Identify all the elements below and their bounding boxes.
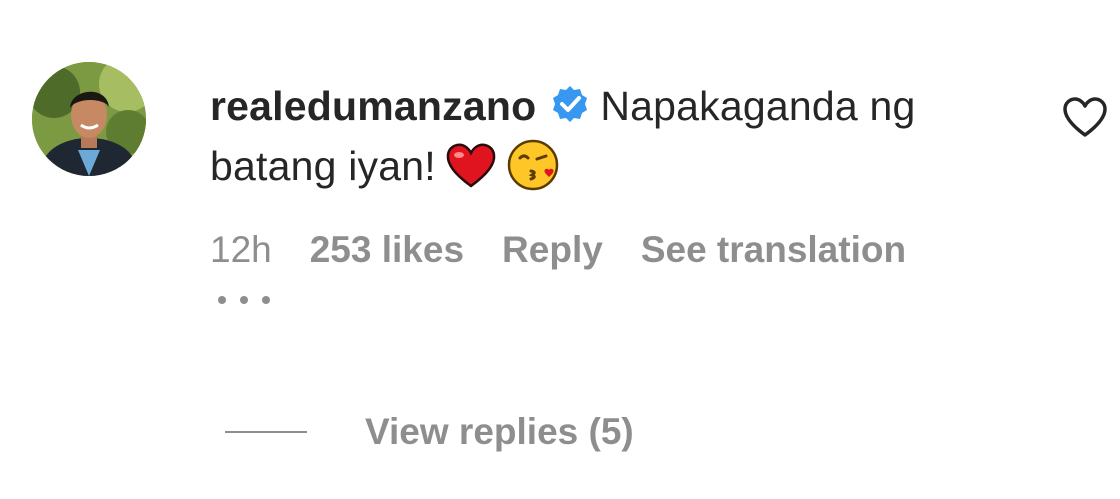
heart-outline-icon[interactable] <box>1062 96 1108 138</box>
reply-button[interactable]: Reply <box>502 229 603 271</box>
username-link[interactable]: realedumanzano <box>210 83 536 129</box>
comment-item: realedumanzano Napakaganda ng batang iya… <box>0 0 1120 499</box>
comment-timestamp[interactable]: 12h <box>210 229 272 271</box>
comment-text: realedumanzano Napakaganda ng batang iya… <box>210 76 1000 196</box>
avatar[interactable] <box>32 62 146 176</box>
view-replies-button[interactable]: View replies (5) <box>225 404 634 460</box>
comment-meta: 12h 253 likes Reply See translation <box>210 226 944 274</box>
replies-divider-line <box>225 431 307 433</box>
face-blowing-kiss-emoji <box>506 138 560 192</box>
view-replies-label: View replies (5) <box>365 411 634 452</box>
red-heart-emoji <box>444 138 498 192</box>
see-translation-button[interactable]: See translation <box>641 229 906 271</box>
likes-count[interactable]: 253 likes <box>310 229 464 271</box>
more-horizontal-icon[interactable] <box>214 290 274 310</box>
verified-badge-icon <box>550 80 590 122</box>
